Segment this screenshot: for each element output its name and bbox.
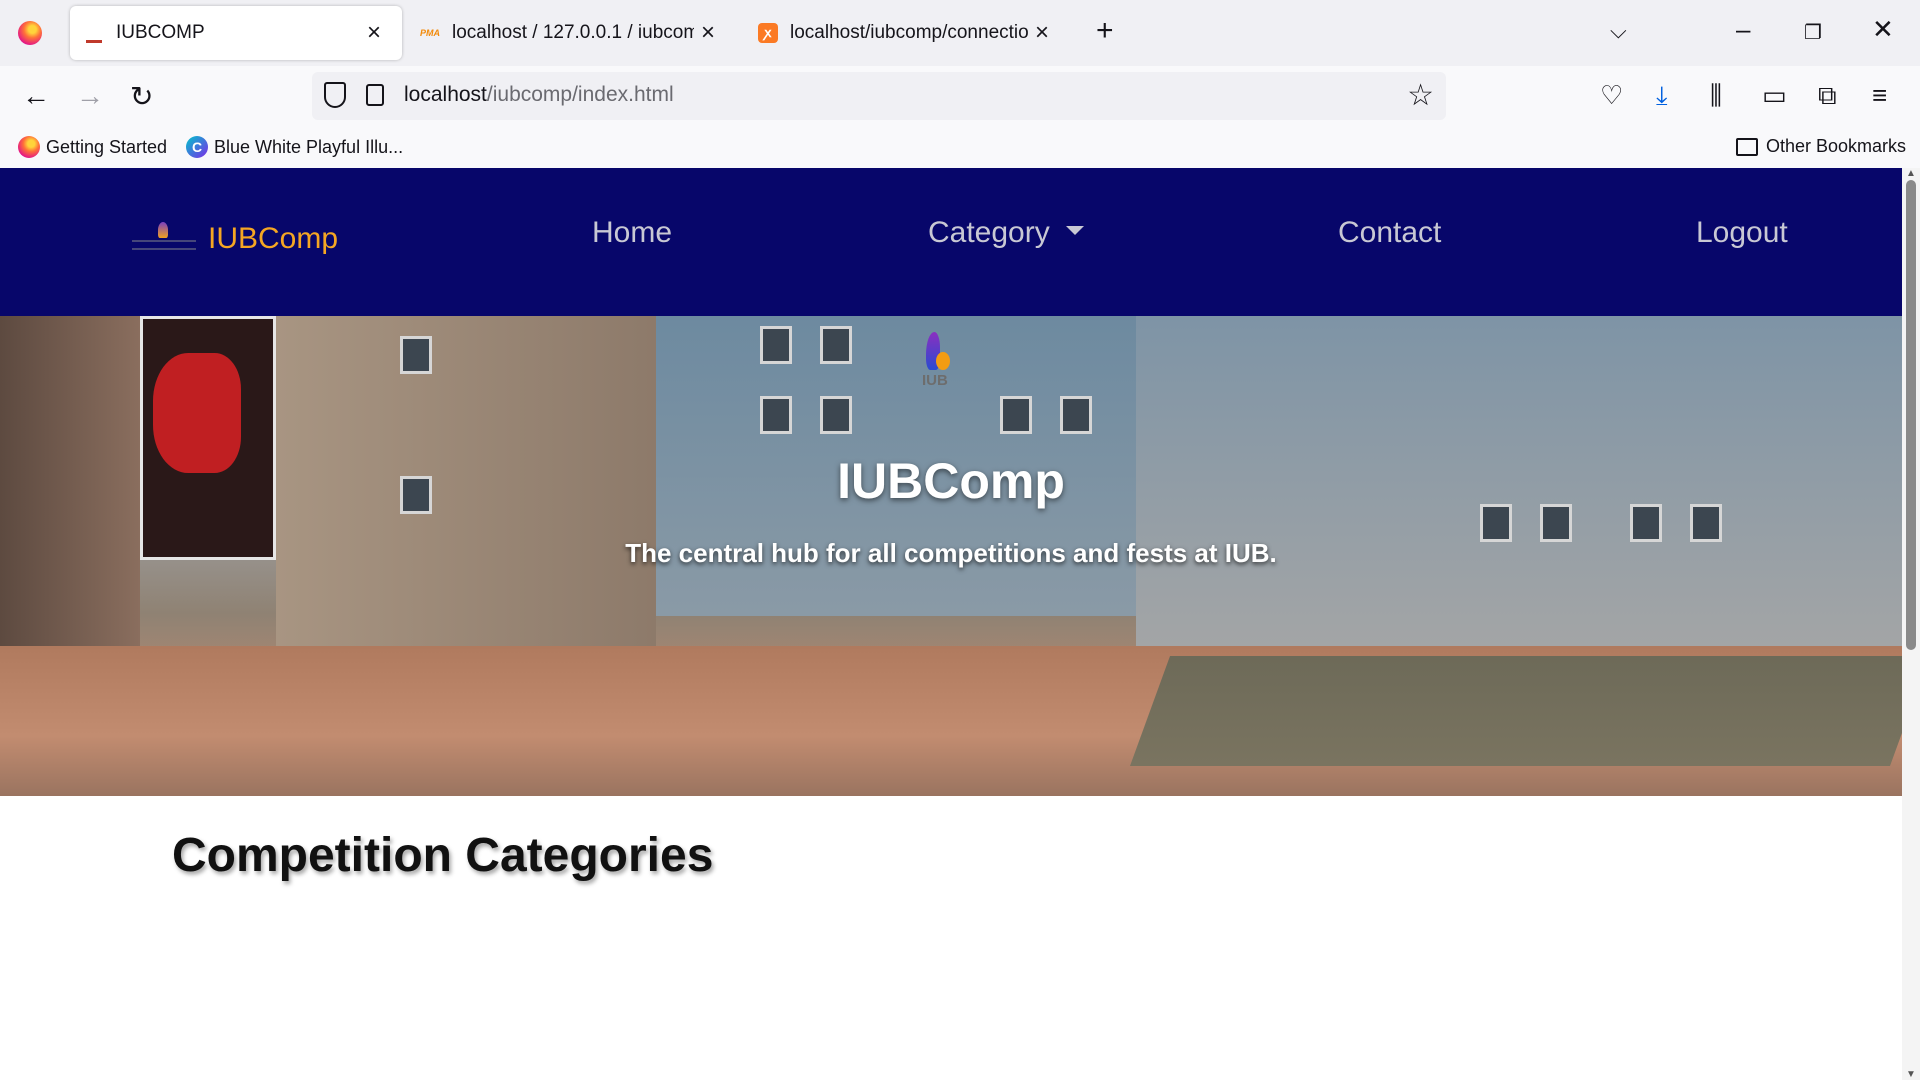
restore-icon[interactable]: ❐: [1804, 20, 1822, 45]
list-all-tabs-chevron-icon[interactable]: ⌵: [1610, 18, 1627, 44]
tab-title: localhost / 127.0.0.1 / iubcomp: [452, 22, 694, 43]
tab-connection[interactable]: ꭗ localhost/iubcomp/connection.p ×: [744, 6, 1070, 60]
scroll-up-arrow-icon[interactable]: ▲: [1906, 168, 1916, 179]
bookmarks-toolbar: Getting Started C Blue White Playful Ill…: [0, 128, 1920, 168]
tracking-protection-shield-icon[interactable]: [324, 82, 346, 108]
page-scrollbar[interactable]: ▲ ▼: [1902, 168, 1920, 1080]
page-info-icon[interactable]: [366, 84, 384, 106]
minimize-icon[interactable]: –: [1736, 14, 1750, 45]
close-tab-icon[interactable]: ×: [694, 19, 722, 47]
sidebar-icon[interactable]: ▭: [1762, 80, 1787, 111]
xampp-favicon-icon: ꭗ: [758, 23, 778, 43]
nav-category-label: Category: [928, 216, 1050, 249]
url-host: localhost: [404, 83, 487, 106]
scroll-down-arrow-icon[interactable]: ▼: [1906, 1069, 1916, 1080]
new-tab-plus-icon[interactable]: +: [1096, 14, 1114, 48]
hero-title: IUBComp: [837, 453, 1065, 509]
iub-hero-logo-icon: IUB: [920, 332, 960, 390]
page-viewport: IUBComp Home Category Contact Logout IUB…: [0, 168, 1902, 1080]
extensions-icon[interactable]: ⧉: [1818, 80, 1837, 112]
close-window-icon[interactable]: ✕: [1872, 14, 1894, 45]
url-text[interactable]: localhost/iubcomp/index.html: [404, 83, 674, 107]
downloads-icon[interactable]: ⤓: [1656, 80, 1668, 112]
bookmark-label: Blue White Playful Illu...: [214, 136, 404, 157]
firefox-bookmark-icon: [18, 136, 40, 158]
bookmark-label: Other Bookmarks: [1766, 136, 1907, 156]
bookmark-star-icon[interactable]: ☆: [1407, 78, 1434, 113]
hero-banner: IUB IUBComp The central hub for all comp…: [0, 316, 1902, 796]
bookmark-label: Getting Started: [46, 136, 168, 157]
site-navbar: IUBComp Home Category Contact Logout: [0, 168, 1902, 316]
brand-name: IUBComp: [208, 222, 339, 255]
tab-title: IUBCOMP: [116, 22, 205, 43]
poster-banner-image: [140, 316, 276, 560]
canva-bookmark-icon: C: [186, 136, 208, 158]
scrollbar-thumb[interactable]: [1906, 180, 1916, 650]
close-tab-icon[interactable]: ×: [1028, 19, 1056, 47]
forward-arrow-icon[interactable]: →: [76, 80, 104, 112]
phpmyadmin-favicon-icon: PMA: [420, 28, 440, 38]
pocket-icon[interactable]: ♡: [1600, 80, 1623, 111]
tab-phpmyadmin[interactable]: PMA localhost / 127.0.0.1 / iubcomp ×: [406, 6, 736, 60]
tab-bar: IUBCOMP × PMA localhost / 127.0.0.1 / iu…: [0, 0, 1920, 66]
library-icon[interactable]: ⫼: [1710, 80, 1722, 112]
address-bar[interactable]: localhost/iubcomp/index.html ☆: [312, 72, 1446, 120]
close-tab-icon[interactable]: ×: [360, 19, 388, 47]
lawn-image: [1129, 656, 1902, 766]
back-arrow-icon[interactable]: ←: [22, 80, 50, 112]
nav-home-link[interactable]: Home: [592, 216, 672, 250]
nav-category-dropdown[interactable]: Category: [928, 216, 1084, 250]
bookmark-getting-started[interactable]: Getting Started: [18, 136, 167, 158]
hero-subtitle: The central hub for all competitions and…: [625, 538, 1277, 568]
navigation-toolbar: ← → ↻ localhost/iubcomp/index.html ☆ ♡ ⤓…: [0, 66, 1920, 128]
reload-icon[interactable]: ↻: [130, 80, 153, 113]
app-menu-hamburger-icon[interactable]: ≡: [1872, 80, 1887, 111]
site-brand-link[interactable]: IUBComp: [132, 220, 338, 258]
folder-icon: [1736, 137, 1758, 156]
firefox-menu-icon[interactable]: [18, 21, 42, 45]
other-bookmarks-folder[interactable]: Other Bookmarks: [1736, 136, 1906, 157]
tab-iubcomp[interactable]: IUBCOMP ×: [70, 6, 402, 60]
nav-contact-link[interactable]: Contact: [1338, 216, 1441, 250]
caret-down-icon: [1065, 225, 1084, 235]
bookmark-blue-white-playful[interactable]: C Blue White Playful Illu...: [186, 136, 403, 158]
url-path: /iubcomp/index.html: [486, 83, 674, 106]
iub-favicon-icon: [84, 23, 104, 43]
competition-categories-heading: Competition Categories: [172, 829, 714, 882]
nav-logout-link[interactable]: Logout: [1696, 216, 1788, 250]
iub-logo-icon: [132, 220, 196, 258]
tab-title: localhost/iubcomp/connection.p: [790, 22, 1028, 43]
